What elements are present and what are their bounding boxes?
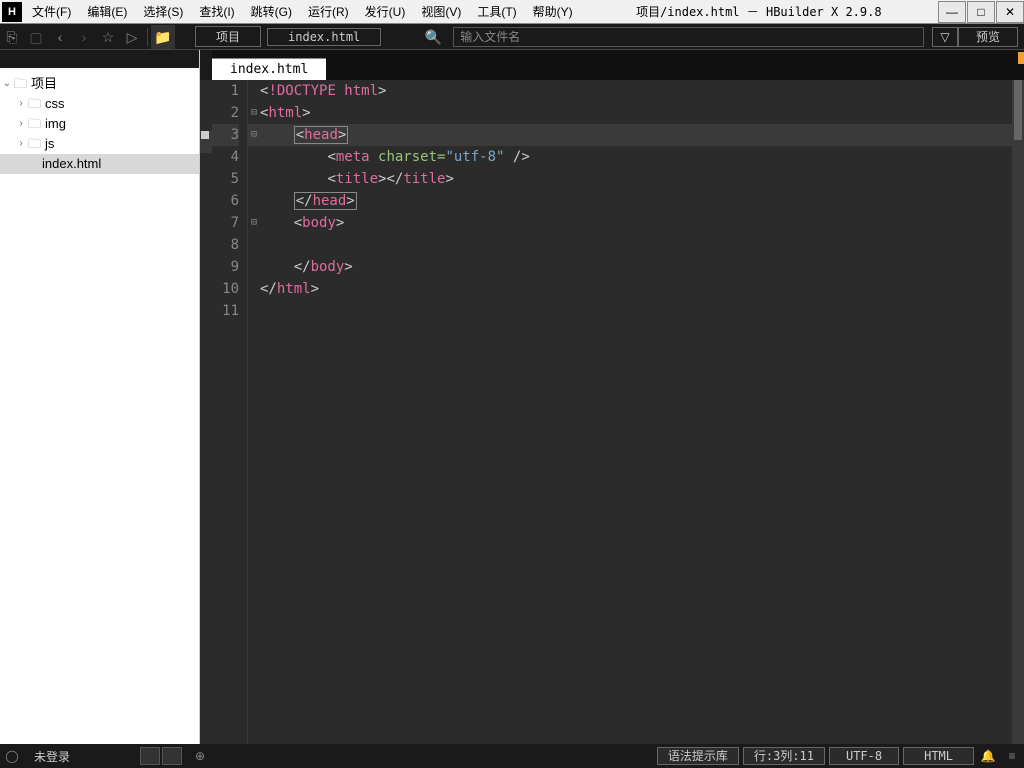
menu-find[interactable]: 查找(I) (191, 1, 242, 22)
toolbar: ⎘ ▢ ‹ › ☆ ▷ 📁 项目 index.html 🔍 输入文件名 ▽ 预览 (0, 24, 1024, 50)
browser-icon[interactable]: ⊕ (188, 749, 212, 763)
tree-root-label: 项目 (31, 75, 57, 93)
folder-icon: 🗀 (28, 115, 41, 133)
tab-index-html[interactable]: index.html (212, 58, 326, 80)
collapse-sidebar-icon[interactable]: ⎘ (0, 25, 24, 49)
user-icon[interactable]: ◯ (0, 749, 24, 763)
close-button[interactable]: ✕ (996, 1, 1024, 23)
maximize-button[interactable]: □ (967, 1, 995, 23)
cursor-position: 行:3列:11 (743, 747, 825, 765)
tree-label: css (45, 95, 65, 113)
folder-icon[interactable]: 📁 (151, 25, 175, 49)
menu-run[interactable]: 运行(R) (300, 1, 357, 22)
tree-folder-img[interactable]: ›🗀img (0, 114, 199, 134)
tree-file-index[interactable]: index.html (0, 154, 199, 174)
menu-help[interactable]: 帮助(Y) (525, 1, 581, 22)
file-tree: ⌄🗀项目 ›🗀css ›🗀img ›🗀js index.html (0, 68, 199, 744)
search-icon[interactable]: 🔍 (421, 25, 445, 49)
tree-label: img (45, 115, 66, 133)
menubar: 文件(F) 编辑(E) 选择(S) 查找(I) 跳转(G) 运行(R) 发行(U… (24, 1, 581, 22)
menu-tools[interactable]: 工具(T) (469, 1, 524, 22)
tree-label: index.html (42, 155, 101, 173)
breadcrumb-file[interactable]: index.html (267, 28, 381, 46)
console-icon[interactable] (162, 747, 182, 765)
code-editor[interactable]: 1234567891011 ⊟⊟⊟ <!DOCTYPE html><html> … (200, 80, 1024, 744)
filter-icon[interactable]: ▽ (932, 27, 958, 47)
menu-select[interactable]: 选择(S) (135, 1, 191, 22)
window-title: 项目/index.html － HBuilder X 2.9.8 (581, 3, 937, 20)
minimize-button[interactable]: — (938, 1, 966, 23)
folder-icon: 🗀 (14, 75, 27, 93)
login-status[interactable]: 未登录 (24, 748, 80, 765)
folder-icon: 🗀 (28, 95, 41, 113)
sidebar: ⌄🗀项目 ›🗀css ›🗀img ›🗀js index.html (0, 50, 200, 744)
menu-file[interactable]: 文件(F) (24, 1, 79, 22)
app-icon: H (2, 2, 22, 22)
breadcrumb-project[interactable]: 项目 (195, 26, 261, 47)
minimap-indicator (1018, 52, 1024, 64)
menu-view[interactable]: 视图(V) (413, 1, 469, 22)
menu-icon[interactable]: ≡ (1000, 749, 1024, 763)
menu-goto[interactable]: 跳转(G) (243, 1, 300, 22)
syntax-hints-button[interactable]: 语法提示库 (657, 747, 739, 765)
back-icon[interactable]: ‹ (48, 25, 72, 49)
preview-button[interactable]: 预览 (958, 27, 1018, 47)
tree-root[interactable]: ⌄🗀项目 (0, 74, 199, 94)
star-icon[interactable]: ☆ (96, 25, 120, 49)
statusbar: ◯ 未登录 ⊕ 语法提示库 行:3列:11 UTF-8 HTML 🔔 ≡ (0, 744, 1024, 768)
new-file-icon[interactable]: ▢ (24, 25, 48, 49)
terminal-icon[interactable] (140, 747, 160, 765)
titlebar: H 文件(F) 编辑(E) 选择(S) 查找(I) 跳转(G) 运行(R) 发行… (0, 0, 1024, 24)
menu-release[interactable]: 发行(U) (357, 1, 414, 22)
run-icon[interactable]: ▷ (120, 25, 144, 49)
folder-icon: 🗀 (28, 135, 41, 153)
tree-folder-css[interactable]: ›🗀css (0, 94, 199, 114)
editor-tabs: index.html (212, 50, 1024, 80)
language-selector[interactable]: HTML (903, 747, 974, 765)
tree-label: js (45, 135, 54, 153)
tree-folder-js[interactable]: ›🗀js (0, 134, 199, 154)
forward-icon[interactable]: › (72, 25, 96, 49)
vertical-scrollbar[interactable] (1012, 80, 1024, 744)
search-input[interactable]: 输入文件名 (453, 27, 924, 47)
encoding-selector[interactable]: UTF-8 (829, 747, 899, 765)
bell-icon[interactable]: 🔔 (976, 749, 1000, 763)
menu-edit[interactable]: 编辑(E) (79, 1, 135, 22)
